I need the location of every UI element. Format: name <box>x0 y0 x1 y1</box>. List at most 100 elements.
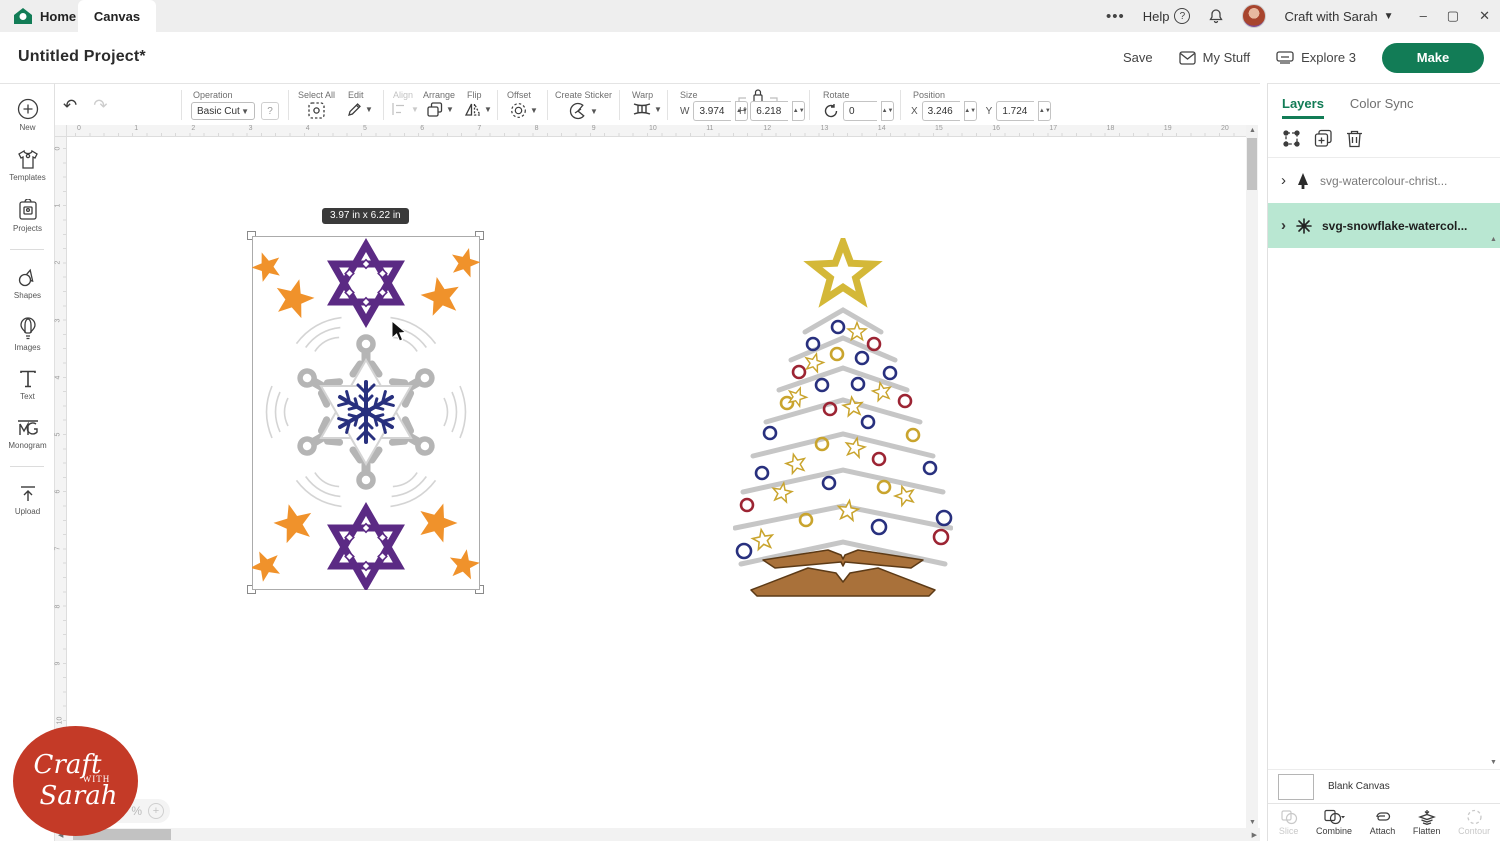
sidebar-divider <box>10 466 44 467</box>
ruler-number: 0 <box>54 147 61 151</box>
create-sticker-label: Create Sticker <box>555 90 612 100</box>
redo-button[interactable]: ↷ <box>93 96 107 116</box>
ruler-number: 0 <box>77 125 81 132</box>
operation-help-button[interactable]: ? <box>261 102 279 120</box>
flip-label: Flip <box>467 90 482 100</box>
undo-button[interactable]: ↶ <box>63 96 77 116</box>
combine-button[interactable]: Combine <box>1316 809 1352 836</box>
account-name: Craft with Sarah <box>1284 9 1377 24</box>
sidebar-item-upload[interactable]: Upload <box>0 484 55 516</box>
ruler-number: 9 <box>592 125 596 132</box>
chevron-down-icon: ▼ <box>365 105 373 114</box>
sidebar-item-projects[interactable]: Projects <box>0 199 55 233</box>
help-menu[interactable]: Help ? <box>1143 8 1191 24</box>
my-stuff-button[interactable]: My Stuff <box>1179 50 1250 65</box>
x-stepper[interactable]: ▲▼ <box>964 101 977 121</box>
maximize-button[interactable]: ▢ <box>1447 8 1459 24</box>
chevron-down-icon: ▼ <box>530 106 538 115</box>
home-label: Home <box>40 9 76 24</box>
vertical-scroll-thumb[interactable] <box>1247 138 1257 190</box>
flatten-button[interactable]: Flatten <box>1413 809 1441 836</box>
explore-button[interactable]: Explore 3 <box>1276 50 1356 65</box>
layer-row-tree[interactable]: › svg-watercolour-christ... <box>1268 158 1500 203</box>
layer-name: svg-watercolour-christ... <box>1320 174 1447 188</box>
chevron-down-icon: ▼ <box>446 105 454 114</box>
canvas-color-swatch[interactable] <box>1278 774 1314 800</box>
user-avatar[interactable] <box>1242 4 1266 28</box>
scroll-up-arrow-icon[interactable]: ▲ <box>1490 236 1497 243</box>
tab-layers[interactable]: Layers <box>1282 96 1324 119</box>
attach-button[interactable]: Attach <box>1370 809 1396 836</box>
select-all-icon <box>308 102 325 119</box>
ruler-number: 16 <box>992 125 1000 132</box>
edit-button[interactable]: ▼ <box>347 102 373 117</box>
arrange-button[interactable]: ▼ <box>427 102 454 117</box>
height-stepper[interactable]: ▲▼ <box>792 101 805 121</box>
ruler-number: 15 <box>935 125 943 132</box>
notifications-bell-icon[interactable] <box>1208 8 1224 24</box>
create-sticker-button[interactable]: ▼ <box>569 102 598 120</box>
close-button[interactable]: ✕ <box>1479 8 1490 24</box>
sidebar-item-images[interactable]: Images <box>0 317 55 352</box>
sidebar-label: New <box>19 123 35 132</box>
panel-scrollbar[interactable]: ▲ ▼ <box>1490 236 1498 766</box>
minimize-button[interactable]: – <box>1420 8 1427 24</box>
make-button[interactable]: Make <box>1382 43 1484 73</box>
group-icon[interactable] <box>1282 129 1301 148</box>
ruler-number: 3 <box>54 318 61 322</box>
sidebar-item-shapes[interactable]: Shapes <box>0 267 55 300</box>
snowflake-card-design[interactable] <box>252 236 480 590</box>
rotate-input[interactable]: 0 <box>843 101 877 121</box>
y-stepper[interactable]: ▲▼ <box>1038 101 1051 121</box>
offset-icon <box>510 102 527 119</box>
chevron-right-icon[interactable]: › <box>1281 217 1286 234</box>
sidebar-label: Templates <box>9 173 45 182</box>
width-input[interactable]: 3.974 <box>693 101 731 121</box>
x-input[interactable]: 3.246 <box>922 101 960 121</box>
account-menu[interactable]: Craft with Sarah ▼ <box>1284 9 1393 24</box>
select-all-button[interactable] <box>308 102 325 119</box>
flip-button[interactable]: ▼ <box>465 102 492 117</box>
sidebar-label: Images <box>14 343 40 352</box>
attach-label: Attach <box>1370 826 1396 836</box>
scroll-down-arrow-icon[interactable]: ▼ <box>1490 759 1497 766</box>
height-input[interactable]: 6.218 <box>750 101 788 121</box>
scroll-down-arrow-icon[interactable]: ▼ <box>1249 819 1256 826</box>
scroll-right-arrow-icon[interactable]: ▶ <box>1252 831 1257 839</box>
duplicate-icon[interactable] <box>1314 129 1333 148</box>
warp-button[interactable]: ▼ <box>633 102 662 116</box>
rotate-icon[interactable] <box>823 103 839 119</box>
canvas-tab[interactable]: Canvas <box>78 0 156 32</box>
slice-icon <box>1280 809 1298 825</box>
offset-button[interactable]: ▼ <box>510 102 538 119</box>
help-label: Help <box>1143 9 1170 24</box>
y-input[interactable]: 1.724 <box>996 101 1034 121</box>
ruler-number: 4 <box>306 125 310 132</box>
blank-canvas-row[interactable]: Blank Canvas <box>1268 769 1500 803</box>
rotate-stepper[interactable]: ▲▼ <box>881 101 894 121</box>
operation-label: Operation <box>193 90 233 100</box>
sidebar-divider <box>10 249 44 250</box>
save-button[interactable]: Save <box>1123 50 1153 65</box>
tab-color-sync[interactable]: Color Sync <box>1350 96 1414 119</box>
zoom-in-button[interactable]: + <box>148 803 164 819</box>
x-label: X <box>911 106 918 117</box>
vertical-scrollbar[interactable]: ▲ ▼ <box>1246 125 1258 828</box>
logo-line1: Craft <box>34 754 102 776</box>
home-tab[interactable]: Home <box>14 0 76 32</box>
overflow-menu-icon[interactable]: ••• <box>1106 8 1125 25</box>
sidebar-item-new[interactable]: New <box>0 98 55 132</box>
sidebar-item-monogram[interactable]: Monogram <box>0 418 55 450</box>
sidebar-item-templates[interactable]: Templates <box>0 149 55 182</box>
christmas-tree-design[interactable] <box>733 238 953 598</box>
y-label: Y <box>986 106 993 117</box>
delete-icon[interactable] <box>1346 129 1363 148</box>
chevron-right-icon[interactable]: › <box>1281 172 1286 189</box>
layer-row-snowflake-selected[interactable]: › svg-snowflake-watercol... <box>1268 203 1500 248</box>
operation-select[interactable]: Basic Cut▼ <box>191 102 255 120</box>
scroll-up-arrow-icon[interactable]: ▲ <box>1249 127 1256 134</box>
horizontal-scrollbar[interactable]: ◀ ▶ <box>55 828 1260 841</box>
templates-icon <box>16 149 40 170</box>
sidebar-item-text[interactable]: Text <box>0 369 55 401</box>
edit-toolbar: ↶ ↷ Operation Basic Cut▼ ? Select All Ed… <box>55 83 1260 125</box>
